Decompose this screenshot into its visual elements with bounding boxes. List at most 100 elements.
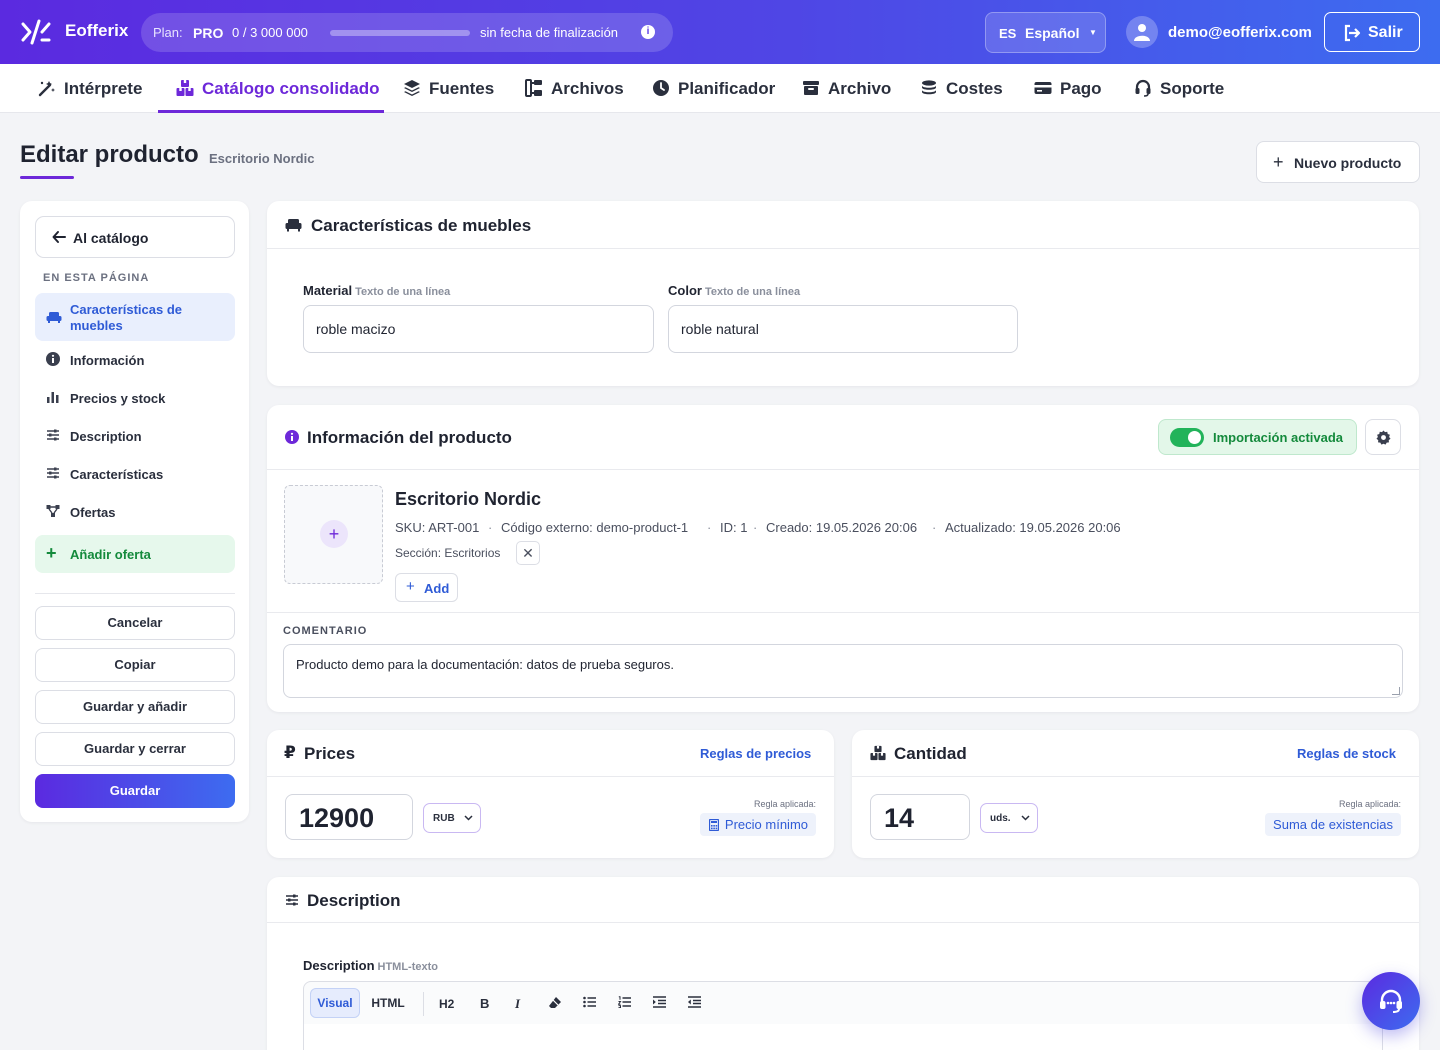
- settings-button[interactable]: [1365, 419, 1401, 455]
- eraser-icon[interactable]: [548, 996, 562, 1009]
- language-code: ES: [999, 26, 1017, 41]
- page-title: Editar producto: [20, 141, 199, 168]
- color-input[interactable]: roble natural: [668, 305, 1018, 353]
- applied-rule-chip[interactable]: Suma de existencias: [1265, 813, 1401, 836]
- sliders-icon: [286, 894, 298, 906]
- sidebar-item-label: Ofertas: [70, 505, 116, 520]
- add-section-label: Add: [424, 581, 450, 596]
- back-to-catalog-button[interactable]: Al catálogo: [35, 216, 235, 258]
- folder-tree-icon: [525, 79, 542, 97]
- meta-separator: ·: [707, 520, 712, 535]
- nav-label: Archivos: [551, 79, 624, 98]
- save-and-close-button[interactable]: Guardar y cerrar: [35, 732, 235, 766]
- language-selector[interactable]: ES Español ▼: [985, 12, 1106, 53]
- sidebar-item-caracteristicas[interactable]: Características: [35, 456, 235, 492]
- furniture-card: Características de muebles Material Texto…: [267, 201, 1419, 386]
- plan-usage: 0 / 3 000 000: [232, 25, 308, 40]
- top-bar: Eofferix Plan: PRO 0 / 3 000 000 sin fec…: [0, 0, 1440, 64]
- comment-text: Producto demo para la documentación: dat…: [296, 657, 674, 672]
- bold-button[interactable]: B: [480, 996, 489, 1011]
- unit-select[interactable]: uds.: [980, 803, 1038, 833]
- quantity-card: Cantidad Reglas de stock 14 uds. Regla a…: [852, 730, 1419, 858]
- sidebar-item-caracteristicas-muebles[interactable]: Características de muebles: [35, 293, 235, 341]
- sidebar-item-ofertas[interactable]: Ofertas: [35, 494, 235, 530]
- applied-rule-name: Suma de existencias: [1273, 817, 1393, 832]
- stock-rules-link[interactable]: Reglas de stock: [1297, 746, 1396, 761]
- applied-rule-label: Regla aplicada:: [1338, 799, 1401, 809]
- brand-name[interactable]: Eofferix: [65, 21, 128, 41]
- color-label: Color Texto de una línea: [668, 283, 800, 298]
- outdent-icon[interactable]: [688, 996, 701, 1008]
- copy-button[interactable]: Copiar: [35, 648, 235, 682]
- remove-section-button[interactable]: ✕: [516, 541, 540, 565]
- resize-handle[interactable]: [1392, 687, 1400, 695]
- add-section-button[interactable]: + Add: [395, 573, 458, 602]
- product-created: Creado: 19.05.2026 20:06: [766, 520, 918, 535]
- support-chat-button[interactable]: [1362, 972, 1420, 1030]
- italic-button[interactable]: I: [515, 996, 520, 1012]
- nav-label: Soporte: [1160, 79, 1225, 98]
- nav-label: Planificador: [678, 79, 776, 98]
- card-header: Características de muebles: [267, 201, 1419, 249]
- material-input[interactable]: roble macizo: [303, 305, 654, 353]
- add-offer-button[interactable]: + Añadir oferta: [35, 535, 235, 573]
- back-label: Al catálogo: [73, 230, 149, 246]
- price-input[interactable]: 12900: [285, 794, 413, 840]
- card-header: Cantidad Reglas de stock: [852, 730, 1419, 777]
- plan-name: PRO: [193, 25, 224, 41]
- new-product-button[interactable]: + Nuevo producto: [1256, 141, 1420, 183]
- user-email[interactable]: demo@eofferix.com: [1168, 24, 1312, 41]
- layers-icon: [404, 80, 420, 96]
- bullet-list-icon[interactable]: [583, 996, 596, 1008]
- product-info-card: Información del producto Importación act…: [267, 405, 1419, 712]
- currency-value: RUB: [433, 813, 455, 824]
- new-product-label: Nuevo producto: [1294, 155, 1402, 171]
- calculator-icon: [708, 819, 719, 831]
- product-sku: SKU: ART-001: [395, 520, 480, 535]
- sidebar-item-informacion[interactable]: Información: [35, 342, 235, 378]
- card-header: Description: [267, 877, 1419, 923]
- save-and-add-button[interactable]: Guardar y añadir: [35, 690, 235, 724]
- import-toggle[interactable]: Importación activada: [1158, 419, 1357, 455]
- product-image-upload[interactable]: +: [284, 485, 383, 584]
- toggle-knob: [1188, 431, 1201, 444]
- toggle-switch[interactable]: [1170, 428, 1204, 447]
- heading2-button[interactable]: H2: [439, 997, 454, 1011]
- numbered-list-icon[interactable]: [618, 996, 631, 1008]
- material-hint: Texto de una línea: [355, 286, 451, 298]
- archive-icon: [803, 81, 819, 95]
- plus-icon: +: [406, 578, 415, 595]
- bar-chart-icon: [47, 392, 59, 403]
- sliders-icon: [47, 467, 59, 479]
- sidebar-item-precios-stock[interactable]: Precios y stock: [35, 380, 235, 416]
- description-editor[interactable]: [303, 1024, 1383, 1050]
- info-icon[interactable]: i: [641, 25, 655, 39]
- applied-rule-chip[interactable]: Precio mínimo: [699, 813, 816, 836]
- product-section: Sección: Escritorios: [395, 546, 501, 560]
- info-icon: [46, 352, 60, 366]
- main-nav: Intérprete Catálogo consolidado Fuentes …: [0, 64, 1440, 113]
- description-card: Description Description HTML-texto Visual…: [267, 877, 1419, 1050]
- material-label: Material Texto de una línea: [303, 283, 450, 298]
- sidebar-item-label: Información: [70, 353, 145, 368]
- sidebar-item-description[interactable]: Description: [35, 418, 235, 454]
- magic-wand-icon: [38, 81, 55, 97]
- plan-indicator[interactable]: Plan: PRO 0 / 3 000 000 sin fecha de fin…: [141, 13, 673, 52]
- logout-button[interactable]: Salir: [1324, 12, 1420, 52]
- tab-visual[interactable]: Visual: [310, 988, 360, 1018]
- comment-textarea[interactable]: Producto demo para la documentación: dat…: [283, 644, 1403, 698]
- brand-logo-icon[interactable]: [20, 18, 52, 46]
- indent-icon[interactable]: [653, 996, 666, 1008]
- currency-select[interactable]: RUB: [423, 803, 481, 833]
- chevron-down-icon: [1021, 815, 1030, 821]
- boxes-icon: [176, 80, 194, 96]
- avatar[interactable]: [1126, 16, 1158, 48]
- price-rules-link[interactable]: Reglas de precios: [700, 746, 811, 761]
- color-label-text: Color: [668, 283, 702, 298]
- cancel-button[interactable]: Cancelar: [35, 606, 235, 640]
- save-button[interactable]: Guardar: [35, 774, 235, 808]
- nav-label: Archivo: [828, 79, 892, 98]
- product-name: Escritorio Nordic: [395, 489, 542, 509]
- tab-html[interactable]: HTML: [364, 988, 412, 1018]
- quantity-input[interactable]: 14: [870, 794, 970, 840]
